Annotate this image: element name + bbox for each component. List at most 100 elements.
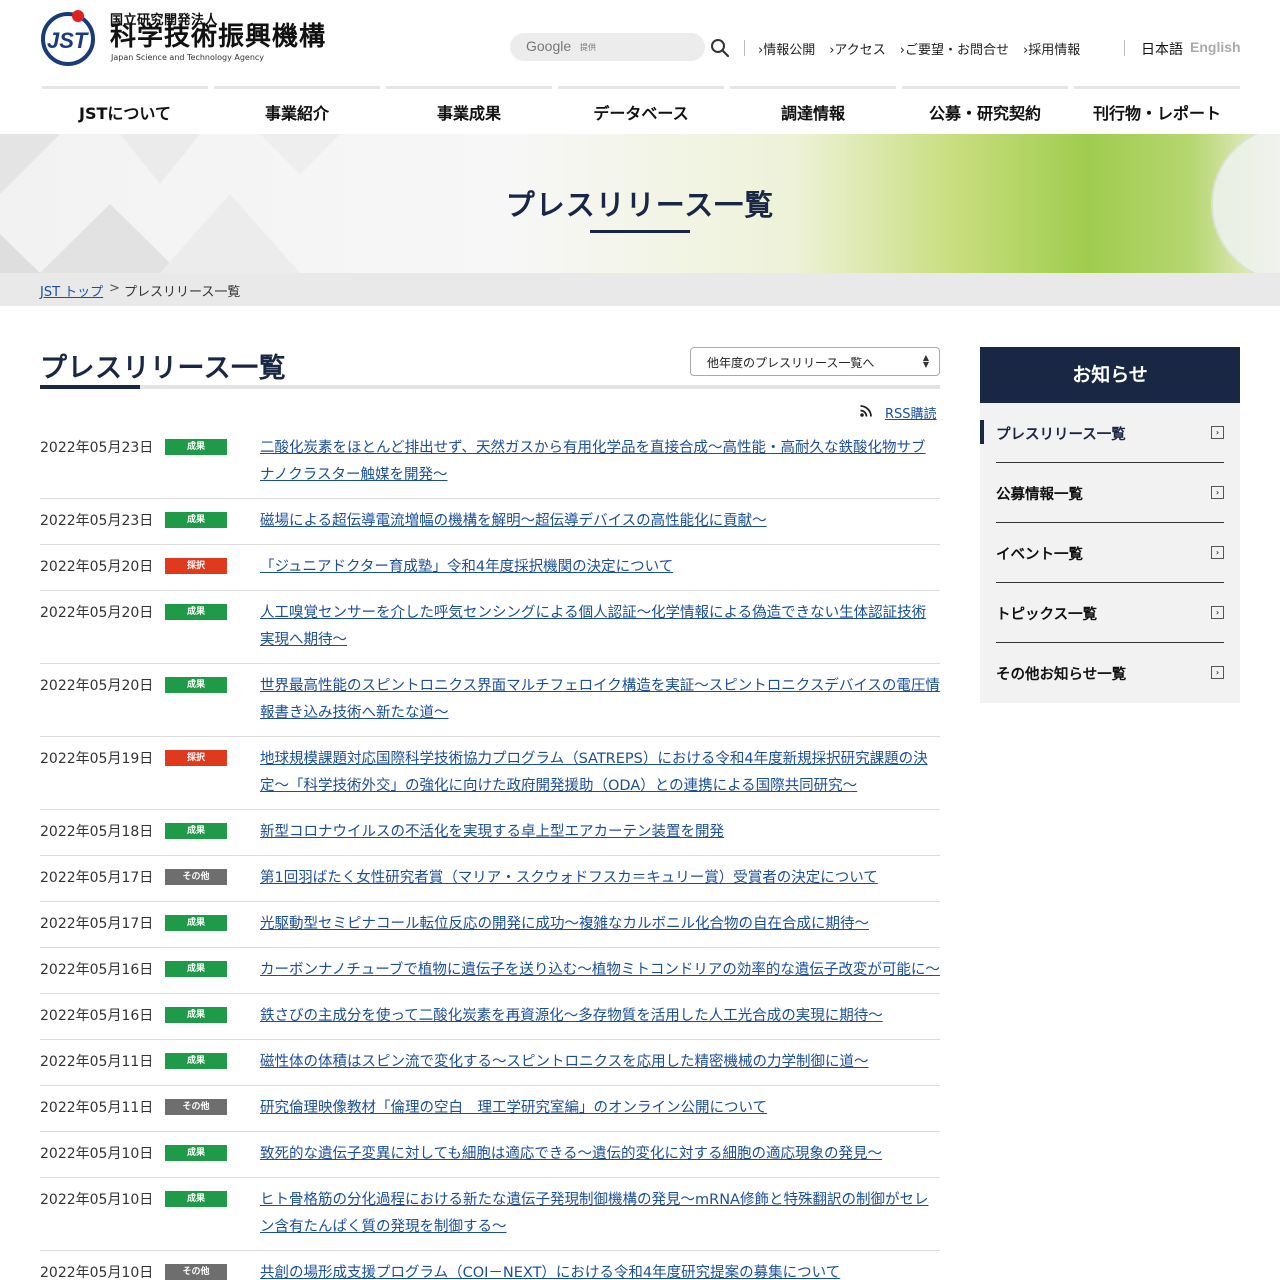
release-row: 2022年05月10日 その他 共創の場形成支援プログラム（COI－NEXT）におけ…	[40, 1251, 940, 1280]
year-select-value: 他年度のプレスリリース一覧へ	[707, 356, 875, 370]
lang-japanese[interactable]: 日本語	[1141, 39, 1183, 59]
category-badge: 成果	[165, 823, 227, 839]
release-date: 2022年05月20日	[40, 678, 154, 694]
category-badge: 成果	[165, 915, 227, 931]
sidebar-item-label: プレスリリース一覧	[996, 427, 1126, 443]
release-title-link[interactable]: 光駆動型セミピナコール転位反応の開発に成功～複雑なカルボニル化合物の自在合成に期…	[260, 911, 940, 938]
search-brand-label: Google	[526, 38, 572, 54]
sidebar-title: お知らせ	[980, 347, 1240, 403]
sidebar-item-events[interactable]: イベント一覧 ›	[996, 523, 1224, 583]
category-badge: 成果	[165, 677, 227, 693]
nav-programs[interactable]: 事業紹介	[214, 86, 380, 134]
nav-results[interactable]: 事業成果	[386, 86, 552, 134]
release-title-link[interactable]: 共創の場形成支援プログラム（COI－NEXT）における令和4年度研究提案の募集に…	[260, 1260, 940, 1280]
category-badge: その他	[165, 1264, 227, 1280]
year-select[interactable]: 他年度のプレスリリース一覧へ ▲ ▼	[690, 347, 940, 376]
release-row: 2022年05月16日 成果 鉄さびの主成分を使って二酸化炭素を再資源化～多存物質を…	[40, 994, 940, 1040]
category-badge: 成果	[165, 512, 227, 528]
release-row: 2022年05月10日 成果 致死的な遺伝子変異に対しても細胞は適応できる～遺伝的変…	[40, 1132, 940, 1178]
sidebar-item-calls[interactable]: 公募情報一覧 ›	[996, 463, 1224, 523]
release-title-link[interactable]: 人工嗅覚センサーを介した呼気センシングによる個人認証～化学情報による偽造できない…	[260, 600, 940, 654]
util-link-contact[interactable]: ›ご要望・お問合せ	[900, 39, 1009, 58]
breadcrumb-current: プレスリリース一覧	[124, 285, 241, 300]
category-badge: 成果	[165, 1145, 227, 1161]
release-date: 2022年05月10日	[40, 1146, 154, 1162]
release-title-link[interactable]: 二酸化炭素をほとんど排出せず、天然ガスから有用化学品を直接合成～高性能・高耐久な…	[260, 435, 940, 489]
jst-logo[interactable]: JST 国立研究開発法人 科学技術振興機構 Japan Science and …	[38, 6, 338, 66]
org-name: 科学技術振興機構	[110, 22, 327, 52]
util-link-disclosure[interactable]: ›情報公開	[758, 39, 815, 58]
search-input[interactable]: Google 提供	[510, 33, 705, 61]
rss-label: RSS購読	[885, 407, 937, 422]
release-title-link[interactable]: 地球規模課題対応国際科学技術協力プログラム（SATREPS）における令和4年度新…	[260, 746, 940, 800]
nav-publications[interactable]: 刊行物・レポート	[1074, 86, 1240, 134]
category-badge: 採択	[165, 558, 227, 574]
arrow-box-icon: ›	[1211, 546, 1224, 559]
util-link-access[interactable]: ›アクセス	[829, 39, 886, 58]
release-title-link[interactable]: カーボンナノチューブで植物に遺伝子を送り込む～植物ミトコンドリアの効率的な遺伝子…	[260, 957, 940, 984]
nav-procurement[interactable]: 調達情報	[730, 86, 896, 134]
arrow-box-icon: ›	[1211, 606, 1224, 619]
category-badge: 成果	[165, 439, 227, 455]
release-title-link[interactable]: 鉄さびの主成分を使って二酸化炭素を再資源化～多存物質を活用した人工光合成の実現に…	[260, 1003, 940, 1030]
release-row: 2022年05月17日 その他 第1回羽ばたく女性研究者賞（マリア・スクウォドフスカ…	[40, 856, 940, 902]
release-title-link[interactable]: 致死的な遺伝子変異に対しても細胞は適応できる～遺伝的変化に対する細胞の適応現象の…	[260, 1141, 940, 1168]
sidebar-item-topics[interactable]: トピックス一覧 ›	[996, 583, 1224, 643]
release-date: 2022年05月20日	[40, 605, 154, 621]
category-badge: 成果	[165, 1007, 227, 1023]
category-badge: 採択	[165, 750, 227, 766]
search-provided-label: 提供	[580, 43, 596, 52]
global-nav: JSTについて 事業紹介 事業成果 データベース 調達情報 公募・研究契約 刊行…	[42, 86, 1240, 134]
search-icon[interactable]	[710, 38, 730, 58]
sidebar: お知らせ プレスリリース一覧 › 公募情報一覧 › イベント一覧 › トピックス一覧 › その他…	[980, 347, 1240, 703]
release-row: 2022年05月23日 成果 二酸化炭素をほとんど排出せず、天然ガスから有用化学品を…	[40, 426, 940, 499]
nav-about[interactable]: JSTについて	[42, 86, 208, 134]
sidebar-item-label: その他お知らせ一覧	[996, 667, 1127, 683]
site-header: JST 国立研究開発法人 科学技術振興機構 Japan Science and …	[0, 0, 1280, 86]
release-date: 2022年05月10日	[40, 1265, 154, 1280]
lang-english[interactable]: English	[1190, 39, 1241, 55]
release-title-link[interactable]: 世界最高性能のスピントロニクス界面マルチフェロイク構造を実証～スピントロニクスデ…	[260, 673, 940, 727]
release-title-link[interactable]: 研究倫理映像教材「倫理の空白 理工学研究室編」のオンライン公開について	[260, 1095, 940, 1122]
sidebar-item-press-releases[interactable]: プレスリリース一覧 ›	[980, 403, 1224, 463]
breadcrumb-home-link[interactable]: JST トップ	[40, 281, 103, 300]
release-title-link[interactable]: 「ジュニアドクター育成塾」令和4年度採択機関の決定について	[260, 554, 940, 581]
arrow-box-icon: ›	[1211, 426, 1224, 439]
category-badge: 成果	[165, 604, 227, 620]
divider	[1124, 40, 1125, 56]
press-release-list: 2022年05月23日 成果 二酸化炭素をほとんど排出せず、天然ガスから有用化学品を…	[40, 426, 940, 1280]
release-date: 2022年05月10日	[40, 1192, 154, 1208]
sidebar-item-label: 公募情報一覧	[996, 487, 1083, 503]
release-row: 2022年05月18日 成果 新型コロナウイルスの不活化を実現する卓上型エアカーテン…	[40, 810, 940, 856]
nav-calls[interactable]: 公募・研究契約	[902, 86, 1068, 134]
release-date: 2022年05月16日	[40, 962, 154, 978]
rss-icon	[860, 405, 872, 417]
release-date: 2022年05月11日	[40, 1100, 154, 1116]
category-badge: その他	[165, 869, 227, 885]
breadcrumb-separator: >	[109, 281, 120, 296]
utility-links: ›情報公開 ›アクセス ›ご要望・お問合せ ›採用情報	[758, 39, 1080, 58]
select-arrows-icon: ▲ ▼	[922, 353, 929, 369]
release-title-link[interactable]: 第1回羽ばたく女性研究者賞（マリア・スクウォドフスカ＝キュリー賞）受賞者の決定に…	[260, 865, 940, 892]
release-row: 2022年05月11日 成果 磁性体の体積はスピン流で変化する～スピントロニクスを応…	[40, 1040, 940, 1086]
section-title-rule	[40, 385, 940, 389]
release-date: 2022年05月23日	[40, 513, 154, 529]
release-row: 2022年05月10日 成果 ヒト骨格筋の分化過程における新たな遺伝子発現制御機構の…	[40, 1178, 940, 1251]
arrow-box-icon: ›	[1211, 486, 1224, 499]
category-badge: 成果	[165, 1053, 227, 1069]
release-title-link[interactable]: 新型コロナウイルスの不活化を実現する卓上型エアカーテン装置を開発	[260, 819, 940, 846]
release-date: 2022年05月23日	[40, 440, 154, 456]
svg-text:JST: JST	[47, 28, 89, 53]
release-row: 2022年05月20日 成果 人工嗅覚センサーを介した呼気センシングによる個人認証～…	[40, 591, 940, 664]
release-title-link[interactable]: 磁性体の体積はスピン流で変化する～スピントロニクスを応用した精密機械の力学制御に…	[260, 1049, 940, 1076]
sidebar-item-other-notices[interactable]: その他お知らせ一覧 ›	[996, 643, 1224, 703]
release-row: 2022年05月11日 その他 研究倫理映像教材「倫理の空白 理工学研究室編」のオン…	[40, 1086, 940, 1132]
sidebar-menu: プレスリリース一覧 › 公募情報一覧 › イベント一覧 › トピックス一覧 › その他お知らせ一…	[980, 403, 1240, 703]
page-hero: プレスリリース一覧	[0, 134, 1280, 273]
release-date: 2022年05月19日	[40, 751, 154, 767]
nav-database[interactable]: データベース	[558, 86, 724, 134]
release-date: 2022年05月20日	[40, 559, 154, 575]
release-title-link[interactable]: ヒト骨格筋の分化過程における新たな遺伝子発現制御機構の発見～mRNA修飾と特殊翻…	[260, 1187, 940, 1241]
release-title-link[interactable]: 磁場による超伝導電流増幅の機構を解明～超伝導デバイスの高性能化に貢献～	[260, 508, 940, 535]
util-link-recruit[interactable]: ›採用情報	[1023, 39, 1080, 58]
